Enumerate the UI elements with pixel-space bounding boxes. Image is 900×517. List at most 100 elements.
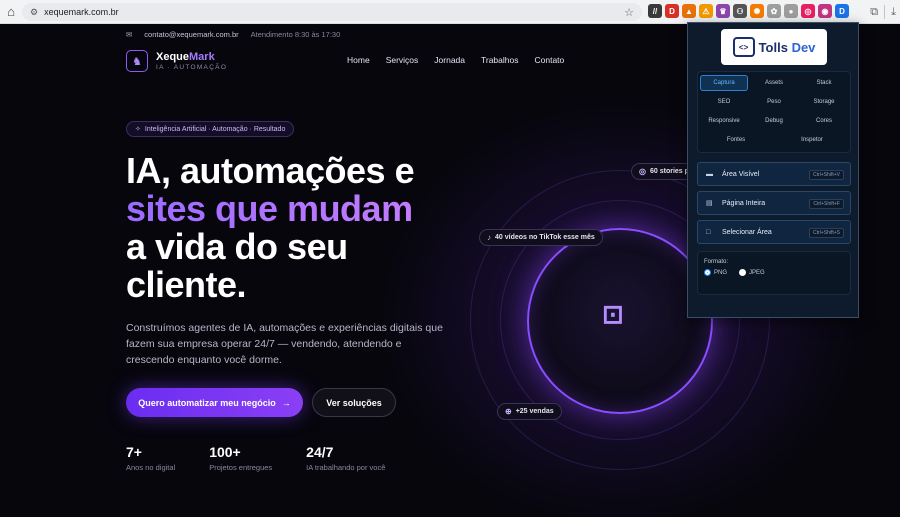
top-contact-bar: ✉ contato@xequemark.com.br Atendimento 8… — [126, 30, 340, 39]
office-hours: Atendimento 8:30 às 17:30 — [250, 30, 341, 39]
tab-responsive[interactable]: Responsive — [700, 113, 748, 129]
stat-value: 100+ — [209, 444, 241, 460]
ball-icon[interactable]: ● — [784, 4, 798, 18]
instagram-icon[interactable]: ◉ — [818, 4, 832, 18]
leaf-icon[interactable]: ✿ — [767, 4, 781, 18]
format-png-label: PNG — [714, 270, 728, 277]
cta-automate-label: Quero automatizar meu negócio — [138, 397, 276, 408]
sparkle-icon: ✧ — [135, 126, 141, 133]
arrow-right-icon: → — [281, 397, 291, 408]
home-icon[interactable]: ⌂ — [0, 0, 22, 24]
sun-icon[interactable]: ✺ — [750, 4, 764, 18]
stat-projects: 100+ Projetos entregues — [209, 444, 272, 472]
nav-home[interactable]: Home — [347, 55, 370, 65]
stat-value: 24/7 — [306, 444, 334, 460]
logo-icon[interactable]: ♞ — [126, 50, 148, 72]
fox-icon[interactable]: ▲ — [682, 4, 696, 18]
radio-png[interactable] — [704, 269, 711, 276]
robot-icon: ⊡ — [602, 299, 624, 329]
radio-jpeg[interactable] — [739, 269, 747, 276]
chip-tiktok-text: 40 vídeos no TikTok esse mês — [495, 234, 595, 241]
hero-lead: Construímos agentes de IA, automações e … — [126, 322, 443, 366]
capture-visible-area-button[interactable]: ▬ Área Visível Ctrl+Shift+V — [697, 162, 851, 186]
stat-years: 7+ Anos no digital — [126, 444, 175, 472]
chip-sales-text: +25 vendas — [515, 408, 554, 415]
ai-orb: ⊡ — [527, 228, 713, 414]
link-icon[interactable]: ⚇ — [733, 4, 747, 18]
address-bar[interactable]: ⚙ xequemark.com.br ☆ — [22, 3, 642, 21]
target-icon[interactable]: ◎ — [801, 4, 815, 18]
alert-icon[interactable]: ⚠ — [699, 4, 713, 18]
select-area-icon: □ — [706, 228, 711, 236]
bookmark-star-icon[interactable]: ☆ — [624, 6, 634, 19]
tolls-icon[interactable]: // — [648, 4, 662, 18]
tolls-dev-popup: <> Tolls Dev Captura Assets Stack SEO Pe… — [687, 22, 859, 318]
site-info-icon[interactable]: ⚙ — [30, 7, 38, 18]
visible-area-icon: ▬ — [706, 170, 713, 178]
shortcut-select: Ctrl+Shift+S — [809, 228, 844, 238]
globe-icon: ⊕ — [505, 407, 512, 416]
shortcut-visible: Ctrl+Shift+V — [809, 170, 844, 180]
toolbar-divider — [884, 5, 886, 19]
popup-tabs: Captura Assets Stack SEO Peso Storage Re… — [697, 71, 851, 153]
tiktok-icon: ♪ — [487, 233, 491, 242]
instagram-icon: ◎ — [639, 167, 646, 176]
nav-menu: Home Serviços Jornada Trabalhos Contato — [347, 55, 564, 65]
capture-full-page-button[interactable]: ▤ Página Inteira Ctrl+Shift+F — [697, 191, 851, 215]
format-label: Formato: — [704, 259, 729, 265]
tab-peso[interactable]: Peso — [750, 94, 798, 110]
hero-line-4: cliente. — [126, 264, 247, 305]
capture-visible-label: Área Visível — [722, 170, 760, 178]
cta-automate-button[interactable]: Quero automatizar meu negócio → — [126, 388, 303, 417]
tab-fontes[interactable]: Fontes — [712, 132, 760, 148]
code-icon: <> — [732, 37, 755, 57]
contact-email[interactable]: contato@xequemark.com.br — [144, 30, 238, 39]
download-icon[interactable]: ⤓ — [891, 6, 896, 19]
stats-row: 7+ Anos no digital 100+ Projetos entregu… — [126, 444, 385, 472]
hero-title: IA, automações e sites que mudam a vida … — [126, 152, 415, 305]
mail-icon: ✉ — [126, 30, 133, 39]
nav-servicos[interactable]: Serviços — [386, 55, 419, 65]
nav-contato[interactable]: Contato — [534, 55, 564, 65]
stat-availability: 24/7 IA trabalhando por você — [306, 444, 385, 472]
chip-sales: ⊕ +25 vendas — [497, 403, 562, 420]
tab-seo[interactable]: SEO — [700, 94, 748, 110]
format-jpeg-option[interactable]: JPEG — [739, 269, 765, 276]
stat-label: Projetos entregues — [209, 463, 273, 472]
extensions-row: //D ▲ ⚠ ♛ ⚇ ✺ ✿ ● ◎ ◉ D — [648, 4, 849, 18]
nav-jornada[interactable]: Jornada — [434, 55, 465, 65]
chip-tiktok: ♪ 40 vídeos no TikTok esse mês — [479, 229, 603, 246]
tab-debug[interactable]: Debug — [750, 113, 798, 129]
tab-captura[interactable]: Captura — [700, 75, 748, 91]
brand-tagline: IA · AUTOMAÇÃO — [156, 64, 228, 71]
format-png-option[interactable]: PNG — [704, 269, 727, 276]
capture-full-label: Página Inteira — [722, 199, 766, 207]
hero-line-2: sites que mudam — [126, 188, 413, 229]
chip-stories-text: 60 stories p — [649, 168, 689, 175]
brand-name[interactable]: XequeMark — [156, 51, 215, 63]
tab-storage[interactable]: Storage — [800, 94, 848, 110]
tab-cores[interactable]: Cores — [800, 113, 848, 129]
tab-assets[interactable]: Assets — [750, 75, 798, 91]
format-options: PNG JPEG — [704, 269, 844, 276]
hero-pill: ✧ Inteligência Artificial · Automação · … — [126, 121, 295, 137]
cat-icon[interactable]: ♛ — [716, 4, 730, 18]
tolls-name-a: Tolls — [758, 39, 788, 55]
browser-toolbar: ⌂ ⚙ xequemark.com.br ☆ //D ▲ ⚠ ♛ ⚇ ✺ ✿ ● ◎ ◉ D ⧉ ⤓ — [0, 0, 900, 24]
capture-select-area-button[interactable]: □ Selecionar Área Ctrl+Shift+S — [697, 220, 851, 244]
tolls-dev-logo: <> Tolls Dev — [721, 29, 827, 65]
tab-stack[interactable]: Stack — [800, 75, 848, 91]
format-jpeg-label: JPEG — [749, 270, 765, 277]
nav-trabalhos[interactable]: Trabalhos — [481, 55, 518, 65]
tolls-name-b: Dev — [791, 39, 816, 55]
toolbar-right: ⧉ ⤓ — [870, 0, 900, 24]
main-nav: ♞ XequeMark IA · AUTOMAÇÃO Home Serviços… — [126, 50, 686, 74]
shield-red-icon[interactable]: D — [665, 4, 679, 18]
brand-name-a: Xeque — [156, 51, 190, 63]
tab-inspetor[interactable]: Inspetor — [788, 132, 836, 148]
url-text[interactable]: xequemark.com.br — [44, 7, 119, 17]
tolls-active-icon[interactable]: D — [835, 4, 849, 18]
stat-label: Anos no digital — [126, 463, 176, 472]
extensions-puzzle-icon[interactable]: ⧉ — [870, 6, 878, 19]
see-solutions-button[interactable]: Ver soluções — [312, 388, 396, 417]
